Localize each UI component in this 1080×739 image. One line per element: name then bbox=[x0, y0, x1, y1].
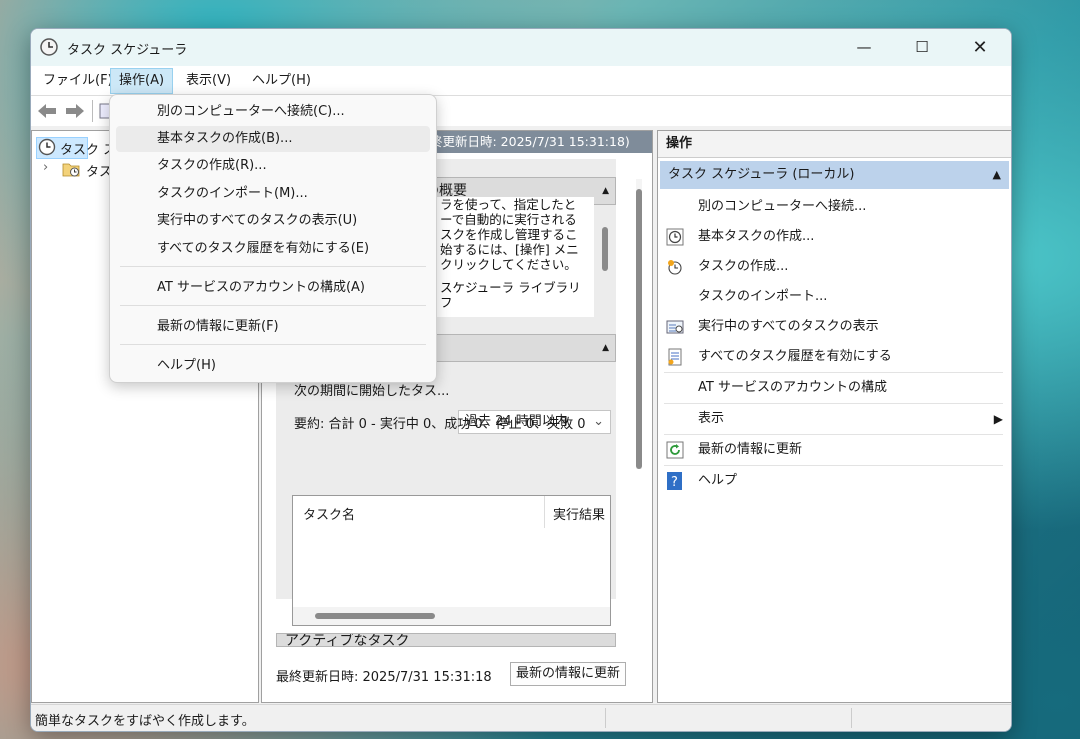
collapse-up-icon[interactable]: ▲ bbox=[602, 178, 609, 204]
menu-item-connect[interactable]: 別のコンピューターへ接続(C)... bbox=[116, 99, 430, 125]
last-updated-text: 最終更新日時: 2025/7/31 15:31:18 bbox=[276, 670, 492, 685]
running-tasks-icon bbox=[666, 320, 684, 334]
back-arrow-icon[interactable] bbox=[36, 101, 58, 121]
action-label: 実行中のすべてのタスクの表示 bbox=[698, 319, 879, 334]
action-display-running[interactable]: 実行中のすべてのタスクの表示 bbox=[660, 313, 1003, 341]
forward-arrow-icon[interactable] bbox=[64, 101, 86, 121]
menu-item-display-running[interactable]: 実行中のすべてのタスクの表示(U) bbox=[116, 208, 430, 234]
task-status-grid: タスク名 実行結果 bbox=[292, 495, 611, 626]
menu-item-refresh[interactable]: 最新の情報に更新(F) bbox=[116, 314, 430, 340]
window-title: タスク スケジューラ bbox=[67, 43, 188, 58]
active-tasks-section-header[interactable]: アクティブなタスク bbox=[276, 633, 616, 647]
action-connect[interactable]: 別のコンピューターへ接続... bbox=[660, 193, 1003, 221]
center-header-text: 終更新日時: 2025/7/31 15:31:18) bbox=[430, 134, 630, 149]
clock-icon bbox=[40, 38, 58, 56]
actions-group-label: タスク スケジューラ (ローカル) bbox=[668, 167, 855, 182]
menu-view[interactable]: 表示(V) bbox=[178, 69, 239, 93]
folder-clock-icon bbox=[62, 163, 80, 177]
grid-scroll-thumb[interactable] bbox=[315, 613, 435, 619]
action-create-task[interactable]: タスクの作成... bbox=[660, 253, 1003, 281]
grid-horizontal-scrollbar[interactable] bbox=[293, 607, 610, 625]
clock-icon bbox=[666, 228, 684, 246]
menu-item-help[interactable]: ヘルプ(H) bbox=[116, 353, 430, 379]
action-label: 基本タスクの作成... bbox=[698, 229, 815, 244]
status-divider bbox=[851, 708, 852, 728]
maximize-button[interactable]: ☐ bbox=[893, 29, 951, 66]
menu-item-create-basic-task[interactable]: 基本タスクの作成(B)... bbox=[116, 126, 430, 152]
column-divider[interactable] bbox=[544, 496, 545, 528]
menu-separator bbox=[120, 344, 426, 345]
menu-item-create-task[interactable]: タスクの作成(R)... bbox=[116, 153, 430, 179]
action-label: タスクのインポート... bbox=[698, 289, 828, 304]
menu-file[interactable]: ファイル(F) bbox=[35, 69, 121, 93]
action-label: AT サービスのアカウントの構成 bbox=[698, 380, 887, 395]
menu-help[interactable]: ヘルプ(H) bbox=[244, 69, 319, 93]
chevron-down-icon: ⌄ bbox=[593, 414, 604, 429]
help-icon: ? bbox=[667, 472, 682, 490]
close-button[interactable]: ✕ bbox=[951, 29, 1009, 66]
overview-scrollbar[interactable] bbox=[602, 227, 608, 271]
action-help[interactable]: ? ヘルプ bbox=[660, 467, 1003, 495]
submenu-arrow-icon: ▶ bbox=[993, 412, 1003, 426]
column-task-name[interactable]: タスク名 bbox=[303, 504, 355, 523]
actions-separator bbox=[664, 434, 1003, 435]
chevron-right-icon[interactable]: › bbox=[43, 160, 48, 175]
actions-group-header[interactable]: タスク スケジューラ (ローカル) ▲ bbox=[660, 161, 1009, 189]
action-import-task[interactable]: タスクのインポート... bbox=[660, 283, 1003, 311]
action-at-service-account[interactable]: AT サービスのアカウントの構成 bbox=[660, 374, 1003, 402]
menu-separator bbox=[120, 266, 426, 267]
summary-text: 要約: 合計 0 - 実行中 0、成功 0、停止 0、失敗 0 bbox=[294, 417, 586, 432]
action-label: すべてのタスク履歴を有効にする bbox=[698, 349, 892, 364]
minimize-button[interactable]: — bbox=[835, 29, 893, 66]
menu-separator bbox=[120, 305, 426, 306]
action-menu-dropdown: 別のコンピューターへ接続(C)... 基本タスクの作成(B)... タスクの作成… bbox=[109, 94, 437, 383]
center-scroll-thumb[interactable] bbox=[636, 189, 642, 469]
actions-separator bbox=[664, 372, 1003, 373]
toolbar-separator bbox=[92, 100, 93, 122]
action-label: ヘルプ bbox=[698, 473, 738, 488]
status-divider bbox=[605, 708, 606, 728]
grid-header: タスク名 実行結果 bbox=[293, 496, 610, 529]
menu-bar: ファイル(F) 操作(A) 表示(V) ヘルプ(H) bbox=[31, 66, 1011, 95]
menu-action[interactable]: 操作(A) bbox=[110, 68, 174, 94]
actions-separator bbox=[664, 465, 1003, 466]
collapse-up-icon[interactable]: ▲ bbox=[602, 335, 609, 361]
action-label: 表示 bbox=[698, 411, 725, 426]
history-icon bbox=[668, 348, 682, 366]
column-run-result[interactable]: 実行結果 bbox=[553, 504, 605, 523]
menu-item-enable-history[interactable]: すべてのタスク履歴を有効にする(E) bbox=[116, 236, 430, 262]
refresh-button[interactable]: 最新の情報に更新 bbox=[510, 662, 627, 686]
center-footer: 最終更新日時: 2025/7/31 15:31:18 最新の情報に更新 bbox=[262, 652, 652, 702]
active-tasks-title: アクティブなタスク bbox=[285, 633, 410, 647]
action-refresh[interactable]: 最新の情報に更新 bbox=[660, 436, 1003, 464]
refresh-icon bbox=[666, 441, 684, 459]
center-vertical-scrollbar[interactable] bbox=[636, 179, 642, 469]
action-enable-history[interactable]: すべてのタスク履歴を有効にする bbox=[660, 343, 1003, 371]
actions-title: 操作 bbox=[658, 131, 1011, 158]
action-create-basic-task[interactable]: 基本タスクの作成... bbox=[660, 223, 1003, 251]
svg-text:?: ? bbox=[671, 475, 678, 490]
action-view[interactable]: 表示 ▶ bbox=[660, 405, 1003, 433]
action-label: 別のコンピューターへ接続... bbox=[698, 199, 867, 214]
status-bar: 簡単なタスクをすばやく作成します。 bbox=[31, 704, 1011, 731]
actions-separator bbox=[664, 403, 1003, 404]
menu-item-at-service-account[interactable]: AT サービスのアカウントの構成(A) bbox=[116, 275, 430, 301]
clock-icon bbox=[38, 138, 56, 156]
action-label: タスクの作成... bbox=[698, 259, 789, 274]
task-icon bbox=[668, 260, 682, 275]
title-bar: タスク スケジューラ — ☐ ✕ bbox=[31, 29, 1011, 66]
tree-root-label: タスク ス bbox=[60, 143, 117, 158]
collapse-up-icon[interactable]: ▲ bbox=[993, 161, 1001, 189]
menu-item-import-task[interactable]: タスクのインポート(M)... bbox=[116, 181, 430, 207]
action-label: 最新の情報に更新 bbox=[698, 442, 803, 457]
status-text: 簡単なタスクをすばやく作成します。 bbox=[35, 714, 255, 729]
actions-pane: 操作 タスク スケジューラ (ローカル) ▲ 別のコンピューターへ接続... 基… bbox=[657, 130, 1011, 703]
